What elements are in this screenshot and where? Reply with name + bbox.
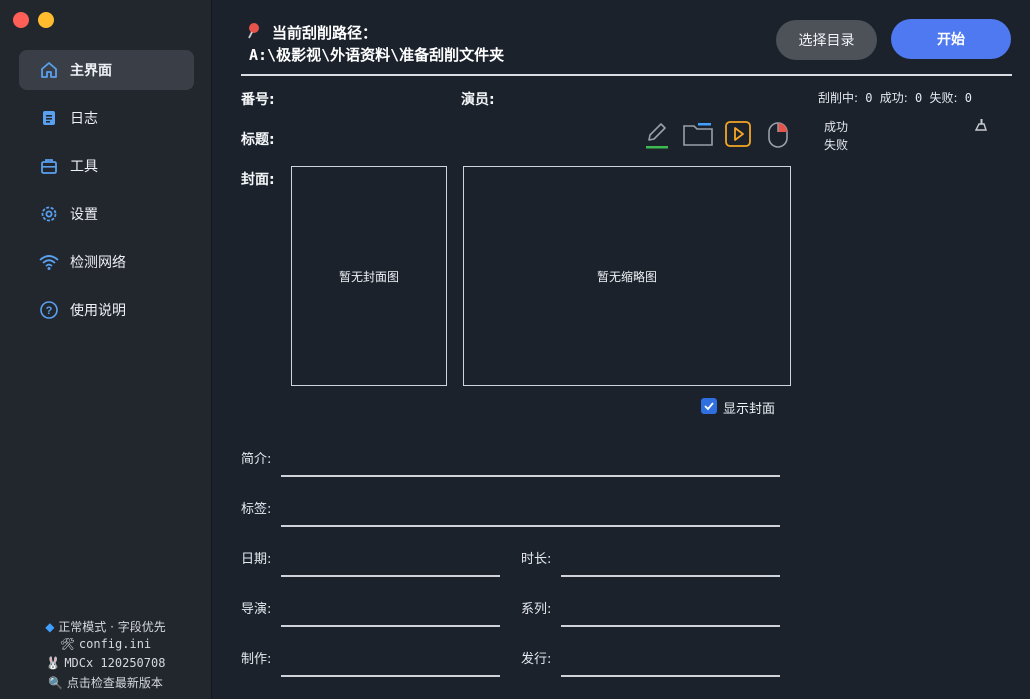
play-button[interactable] (723, 121, 753, 151)
sidebar-item-network[interactable]: 检测网络 (19, 242, 194, 282)
minimize-window-button[interactable] (38, 12, 54, 28)
show-cover-checkbox[interactable] (701, 398, 717, 414)
folder-icon (682, 120, 714, 152)
home-icon (38, 59, 60, 81)
config-file-link[interactable]: 🛠 config.ini (0, 637, 211, 651)
mouse-button[interactable] (764, 121, 792, 151)
path-value: A:\极影视\外语资料\准备刮削文件夹 (249, 46, 505, 64)
duration-field[interactable] (561, 575, 780, 577)
scraping-label: 刮削中: (818, 91, 859, 105)
wifi-icon (38, 251, 60, 273)
magnifier-icon: 🔍 (48, 676, 64, 690)
open-folder-button[interactable] (682, 121, 714, 151)
play-icon (724, 120, 752, 152)
director-label: 导演: (241, 602, 272, 617)
sidebar-item-settings[interactable]: 设置 (19, 194, 194, 234)
duration-label: 时长: (521, 552, 552, 567)
sidebar-item-label: 工具 (70, 159, 98, 175)
result-item-fail[interactable]: 失败 (824, 136, 848, 153)
success-label: 成功: (879, 91, 908, 105)
header-divider (241, 74, 1012, 76)
cover-image-box: 暂无封面图 (291, 166, 447, 386)
checkmark-icon (704, 402, 714, 411)
mode-label: 正常模式 · 字段优先 (58, 620, 166, 634)
check-update-link[interactable]: 🔍 点击检查最新版本 (0, 674, 211, 691)
success-count: 0 (915, 91, 923, 105)
series-label: 系列: (521, 602, 552, 617)
sidebar-item-label: 日志 (70, 111, 98, 127)
update-label: 点击检查最新版本 (66, 676, 163, 690)
select-directory-button[interactable]: 选择目录 (776, 20, 877, 60)
maker-label: 制作: (241, 652, 272, 667)
date-field[interactable] (281, 575, 500, 577)
app-window: 主界面 日志 工具 设置 检测网络 ? 使用说明 ◆ 正常模式 · 字段优先 🛠… (0, 0, 1030, 699)
fail-count: 0 (964, 91, 973, 105)
mouse-icon (765, 119, 791, 153)
broom-icon[interactable] (973, 117, 989, 137)
scraping-count: 0 (865, 91, 873, 105)
publisher-field[interactable] (561, 675, 780, 677)
scrape-stats: 刮削中: 0 成功: 0 失败: 0 (818, 89, 972, 106)
version-label: MDCx 120250708 (64, 656, 166, 670)
sidebar: 主界面 日志 工具 设置 检测网络 ? 使用说明 ◆ 正常模式 · 字段优先 🛠… (0, 0, 212, 699)
thumbnail-image-box: 暂无缩略图 (463, 166, 791, 386)
pencil-icon (643, 119, 671, 153)
publisher-label: 发行: (521, 652, 552, 667)
version-info: 🐰 MDCx 120250708 (0, 656, 211, 670)
start-button[interactable]: 开始 (891, 19, 1011, 59)
toolbox-icon (38, 155, 60, 177)
number-label: 番号: (241, 92, 275, 108)
diamond-icon: ◆ (45, 620, 55, 634)
sidebar-item-tools[interactable]: 工具 (19, 146, 194, 186)
sidebar-item-help[interactable]: ? 使用说明 (19, 290, 194, 330)
no-thumbnail-text: 暂无缩略图 (596, 269, 657, 284)
maker-field[interactable] (281, 675, 500, 677)
sidebar-item-label: 设置 (70, 207, 98, 223)
no-cover-text: 暂无封面图 (338, 269, 399, 284)
title-label: 标题: (241, 132, 275, 148)
help-icon: ? (38, 299, 60, 321)
svg-text:?: ? (46, 305, 53, 317)
date-label: 日期: (241, 552, 272, 567)
sidebar-item-label: 使用说明 (70, 303, 126, 319)
sidebar-item-label: 检测网络 (70, 255, 126, 271)
result-item-success[interactable]: 成功 (824, 118, 848, 135)
pushpin-icon (245, 22, 263, 44)
series-field[interactable] (561, 625, 780, 627)
tools-icon: 🛠 (59, 637, 76, 651)
sidebar-item-label: 主界面 (70, 63, 112, 79)
gear-icon (38, 203, 60, 225)
tags-field[interactable] (281, 525, 780, 527)
tags-label: 标签: (241, 502, 272, 517)
sidebar-item-main[interactable]: 主界面 (19, 50, 194, 90)
close-window-button[interactable] (13, 12, 29, 28)
director-field[interactable] (281, 625, 500, 627)
sidebar-item-log[interactable]: 日志 (19, 98, 194, 138)
intro-label: 简介: (241, 452, 272, 467)
mode-indicator: ◆ 正常模式 · 字段优先 (0, 618, 211, 635)
cover-label: 封面: (241, 172, 275, 188)
log-icon (38, 107, 60, 129)
path-title: 当前刮削路径： (272, 24, 378, 42)
show-cover-label: 显示封面 (723, 402, 776, 417)
intro-field[interactable] (281, 475, 780, 477)
config-label: config.ini (78, 637, 152, 651)
actor-label: 演员: (461, 92, 495, 108)
edit-button[interactable] (643, 121, 671, 151)
fail-label: 失败: (929, 91, 958, 105)
rabbit-icon: 🐰 (45, 656, 61, 670)
